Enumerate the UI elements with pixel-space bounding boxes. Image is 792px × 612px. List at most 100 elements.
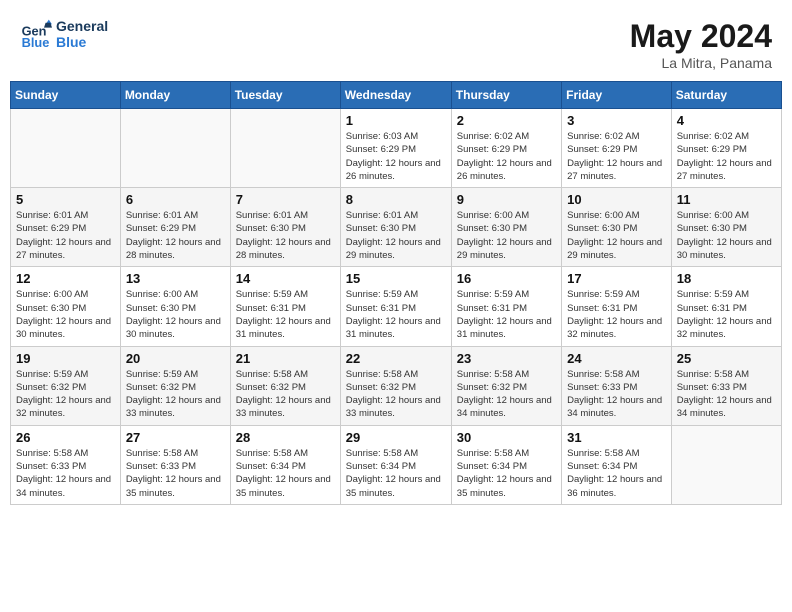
calendar-cell: 2 Sunrise: 6:02 AMSunset: 6:29 PMDaylight…	[451, 109, 561, 188]
day-number: 5	[16, 192, 115, 207]
logo-text-line2: Blue	[56, 34, 108, 50]
day-info: Sunrise: 5:58 AMSunset: 6:34 PMDaylight:…	[567, 447, 666, 500]
day-number: 20	[126, 351, 225, 366]
calendar-cell: 18 Sunrise: 5:59 AMSunset: 6:31 PMDayligh…	[671, 267, 781, 346]
weekday-header-sunday: Sunday	[11, 82, 121, 109]
day-info: Sunrise: 6:00 AMSunset: 6:30 PMDaylight:…	[677, 209, 776, 262]
day-number: 21	[236, 351, 335, 366]
weekday-header-wednesday: Wednesday	[340, 82, 451, 109]
calendar-cell: 15Sunrise: 5:59 AMSunset: 6:31 PMDayligh…	[340, 267, 451, 346]
day-number: 29	[346, 430, 446, 445]
calendar-week-3: 12 Sunrise: 6:00 AMSunset: 6:30 PMDayligh…	[11, 267, 782, 346]
day-info: Sunrise: 5:58 AMSunset: 6:34 PMDaylight:…	[457, 447, 556, 500]
day-info: Sunrise: 5:58 AMSunset: 6:33 PMDaylight:…	[126, 447, 225, 500]
calendar-cell: 9 Sunrise: 6:00 AMSunset: 6:30 PMDaylight…	[451, 188, 561, 267]
location: La Mitra, Panama	[630, 55, 772, 71]
day-number: 12	[16, 271, 115, 286]
svg-text:Blue: Blue	[22, 35, 50, 50]
day-info: Sunrise: 6:00 AMSunset: 6:30 PMDaylight:…	[457, 209, 556, 262]
calendar-cell: 24Sunrise: 5:58 AMSunset: 6:33 PMDayligh…	[562, 346, 672, 425]
day-info: Sunrise: 6:01 AMSunset: 6:29 PMDaylight:…	[16, 209, 115, 262]
day-info: Sunrise: 6:02 AMSunset: 6:29 PMDaylight:…	[567, 130, 666, 183]
day-info: Sunrise: 5:59 AMSunset: 6:32 PMDaylight:…	[16, 368, 115, 421]
calendar-cell: 10 Sunrise: 6:00 AMSunset: 6:30 PMDayligh…	[562, 188, 672, 267]
calendar-cell	[671, 425, 781, 504]
day-number: 10	[567, 192, 666, 207]
calendar-cell: 29 Sunrise: 5:58 AMSunset: 6:34 PMDayligh…	[340, 425, 451, 504]
day-number: 1	[346, 113, 446, 128]
day-number: 7	[236, 192, 335, 207]
weekday-header-thursday: Thursday	[451, 82, 561, 109]
day-info: Sunrise: 6:02 AMSunset: 6:29 PMDaylight:…	[677, 130, 776, 183]
calendar-cell: 23Sunrise: 5:58 AMSunset: 6:32 PMDayligh…	[451, 346, 561, 425]
day-number: 31	[567, 430, 666, 445]
calendar-cell: 14Sunrise: 5:59 AMSunset: 6:31 PMDayligh…	[230, 267, 340, 346]
day-info: Sunrise: 5:58 AMSunset: 6:33 PMDaylight:…	[677, 368, 776, 421]
day-info: Sunrise: 6:01 AMSunset: 6:29 PMDaylight:…	[126, 209, 225, 262]
day-number: 24	[567, 351, 666, 366]
day-info: Sunrise: 5:59 AMSunset: 6:31 PMDaylight:…	[677, 288, 776, 341]
weekday-header-saturday: Saturday	[671, 82, 781, 109]
calendar-cell: 19 Sunrise: 5:59 AMSunset: 6:32 PMDayligh…	[11, 346, 121, 425]
weekday-header-tuesday: Tuesday	[230, 82, 340, 109]
calendar-cell: 11 Sunrise: 6:00 AMSunset: 6:30 PMDayligh…	[671, 188, 781, 267]
calendar-cell: 6 Sunrise: 6:01 AMSunset: 6:29 PMDaylight…	[120, 188, 230, 267]
calendar-week-4: 19 Sunrise: 5:59 AMSunset: 6:32 PMDayligh…	[11, 346, 782, 425]
calendar-cell	[120, 109, 230, 188]
day-info: Sunrise: 5:59 AMSunset: 6:31 PMDaylight:…	[236, 288, 335, 341]
day-number: 6	[126, 192, 225, 207]
day-number: 18	[677, 271, 776, 286]
day-info: Sunrise: 5:58 AMSunset: 6:34 PMDaylight:…	[236, 447, 335, 500]
page-header: Gen Blue General Blue May 2024 La Mitra,…	[10, 10, 782, 77]
day-number: 2	[457, 113, 556, 128]
day-number: 19	[16, 351, 115, 366]
calendar-cell: 28 Sunrise: 5:58 AMSunset: 6:34 PMDayligh…	[230, 425, 340, 504]
day-number: 30	[457, 430, 556, 445]
month-title: May 2024	[630, 18, 772, 55]
day-info: Sunrise: 5:58 AMSunset: 6:32 PMDaylight:…	[346, 368, 446, 421]
day-info: Sunrise: 5:58 AMSunset: 6:34 PMDaylight:…	[346, 447, 446, 500]
weekday-header-monday: Monday	[120, 82, 230, 109]
day-number: 11	[677, 192, 776, 207]
day-number: 13	[126, 271, 225, 286]
day-info: Sunrise: 6:00 AMSunset: 6:30 PMDaylight:…	[16, 288, 115, 341]
day-info: Sunrise: 5:59 AMSunset: 6:32 PMDaylight:…	[126, 368, 225, 421]
calendar-cell: 31 Sunrise: 5:58 AMSunset: 6:34 PMDayligh…	[562, 425, 672, 504]
day-info: Sunrise: 6:00 AMSunset: 6:30 PMDaylight:…	[567, 209, 666, 262]
calendar-cell: 3 Sunrise: 6:02 AMSunset: 6:29 PMDaylight…	[562, 109, 672, 188]
day-info: Sunrise: 5:59 AMSunset: 6:31 PMDaylight:…	[346, 288, 446, 341]
day-info: Sunrise: 6:00 AMSunset: 6:30 PMDaylight:…	[126, 288, 225, 341]
calendar-week-1: 1Sunrise: 6:03 AMSunset: 6:29 PMDaylight…	[11, 109, 782, 188]
logo-text-line1: General	[56, 18, 108, 34]
day-info: Sunrise: 6:02 AMSunset: 6:29 PMDaylight:…	[457, 130, 556, 183]
day-info: Sunrise: 5:59 AMSunset: 6:31 PMDaylight:…	[567, 288, 666, 341]
day-number: 9	[457, 192, 556, 207]
day-number: 25	[677, 351, 776, 366]
calendar-cell: 13 Sunrise: 6:00 AMSunset: 6:30 PMDayligh…	[120, 267, 230, 346]
calendar-cell: 22 Sunrise: 5:58 AMSunset: 6:32 PMDayligh…	[340, 346, 451, 425]
calendar-cell: 17 Sunrise: 5:59 AMSunset: 6:31 PMDayligh…	[562, 267, 672, 346]
day-number: 17	[567, 271, 666, 286]
weekday-header-row: SundayMondayTuesdayWednesdayThursdayFrid…	[11, 82, 782, 109]
calendar-cell: 8 Sunrise: 6:01 AMSunset: 6:30 PMDaylight…	[340, 188, 451, 267]
calendar-cell	[11, 109, 121, 188]
day-number: 26	[16, 430, 115, 445]
calendar-cell: 12 Sunrise: 6:00 AMSunset: 6:30 PMDayligh…	[11, 267, 121, 346]
day-number: 28	[236, 430, 335, 445]
day-number: 16	[457, 271, 556, 286]
calendar-week-2: 5 Sunrise: 6:01 AMSunset: 6:29 PMDaylight…	[11, 188, 782, 267]
calendar-cell	[230, 109, 340, 188]
day-number: 22	[346, 351, 446, 366]
day-number: 3	[567, 113, 666, 128]
weekday-header-friday: Friday	[562, 82, 672, 109]
day-info: Sunrise: 5:58 AMSunset: 6:32 PMDaylight:…	[236, 368, 335, 421]
day-info: Sunrise: 5:58 AMSunset: 6:32 PMDaylight:…	[457, 368, 556, 421]
day-number: 27	[126, 430, 225, 445]
calendar-cell: 5 Sunrise: 6:01 AMSunset: 6:29 PMDaylight…	[11, 188, 121, 267]
day-number: 8	[346, 192, 446, 207]
calendar-cell: 1Sunrise: 6:03 AMSunset: 6:29 PMDaylight…	[340, 109, 451, 188]
title-area: May 2024 La Mitra, Panama	[630, 18, 772, 71]
calendar-cell: 26Sunrise: 5:58 AMSunset: 6:33 PMDayligh…	[11, 425, 121, 504]
calendar-cell: 20 Sunrise: 5:59 AMSunset: 6:32 PMDayligh…	[120, 346, 230, 425]
day-info: Sunrise: 6:01 AMSunset: 6:30 PMDaylight:…	[346, 209, 446, 262]
